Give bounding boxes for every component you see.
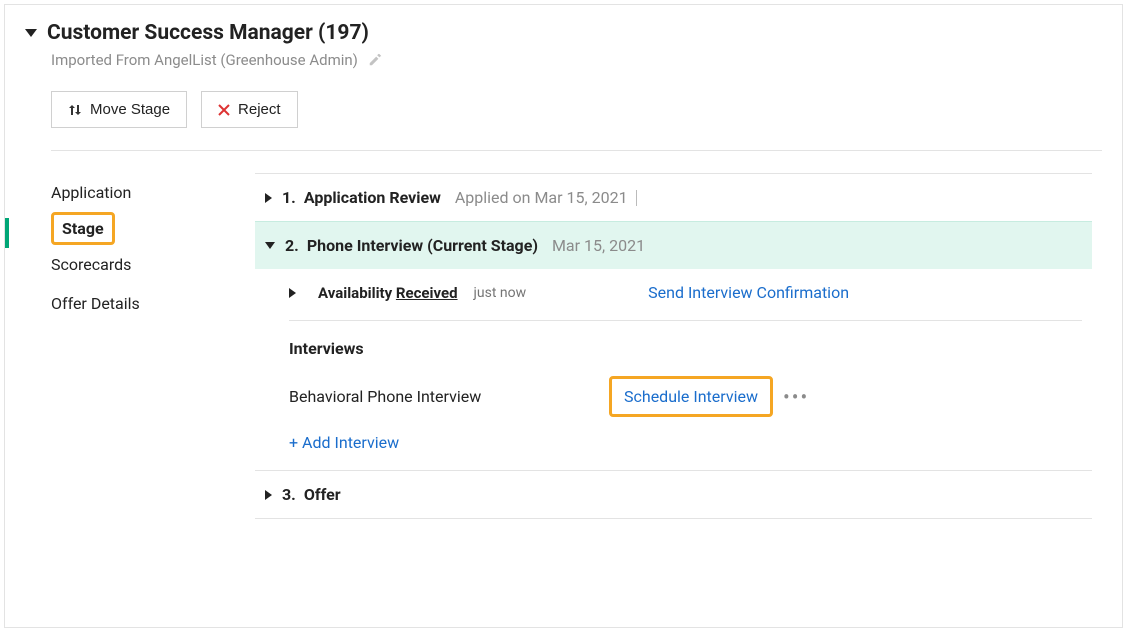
edit-icon[interactable] xyxy=(368,53,382,67)
send-confirmation-link[interactable]: Send Interview Confirmation xyxy=(648,283,849,302)
interview-name: Behavioral Phone Interview xyxy=(289,387,609,406)
highlight-stage-nav: Stage xyxy=(51,212,115,245)
nav-scorecards[interactable]: Scorecards xyxy=(51,245,235,284)
collapse-icon xyxy=(265,242,275,249)
move-stage-icon xyxy=(68,102,82,118)
interview-row: Behavioral Phone Interview Schedule Inte… xyxy=(289,376,1082,417)
availability-time: just now xyxy=(474,285,527,301)
expand-icon xyxy=(265,490,272,500)
nav-offer-details[interactable]: Offer Details xyxy=(51,284,235,323)
stage-number: 2. xyxy=(285,236,299,255)
add-interview-link[interactable]: + Add Interview xyxy=(289,433,1082,452)
stage-name: Application Review xyxy=(304,188,441,207)
nav-application[interactable]: Application xyxy=(51,173,235,212)
interviews-heading: Interviews xyxy=(289,339,1082,358)
stage-number: 3. xyxy=(282,485,296,504)
collapse-toggle-icon[interactable] xyxy=(25,29,37,37)
highlight-schedule: Schedule Interview xyxy=(609,376,773,417)
stage-row-application-review[interactable]: 1. Application Review Applied on Mar 15,… xyxy=(255,173,1092,221)
reject-button[interactable]: Reject xyxy=(201,91,298,128)
stage-row-phone-interview[interactable]: 2. Phone Interview (Current Stage) Mar 1… xyxy=(255,221,1092,269)
reject-label: Reject xyxy=(238,101,281,118)
active-nav-indicator xyxy=(5,218,9,248)
stage-meta: Applied on Mar 15, 2021 xyxy=(455,188,628,207)
expand-icon[interactable] xyxy=(289,288,296,298)
availability-status[interactable]: Received xyxy=(396,284,458,302)
move-stage-button[interactable]: Move Stage xyxy=(51,91,187,128)
availability-label: Availability xyxy=(318,284,392,302)
move-stage-label: Move Stage xyxy=(90,101,170,118)
stage-content: 1. Application Review Applied on Mar 15,… xyxy=(255,173,1102,519)
schedule-interview-link[interactable]: Schedule Interview xyxy=(624,387,758,406)
source-text: Imported From AngelList (Greenhouse Admi… xyxy=(51,51,358,69)
nav-stage[interactable]: Stage xyxy=(62,219,104,238)
side-nav: Application Stage Scorecards Offer Detai… xyxy=(25,173,255,519)
stage-name: Phone Interview (Current Stage) xyxy=(307,236,538,255)
stage-number: 1. xyxy=(282,188,296,207)
expand-icon xyxy=(265,193,272,203)
stage-detail: Availability Received just now Send Inte… xyxy=(255,269,1092,470)
more-options-icon[interactable]: ••• xyxy=(783,385,809,409)
divider xyxy=(636,190,637,206)
job-title: Customer Success Manager (197) xyxy=(47,21,369,45)
stage-meta: Mar 15, 2021 xyxy=(552,236,645,255)
reject-icon xyxy=(218,104,230,116)
stage-row-offer[interactable]: 3. Offer xyxy=(255,470,1092,519)
stage-name: Offer xyxy=(304,485,341,504)
